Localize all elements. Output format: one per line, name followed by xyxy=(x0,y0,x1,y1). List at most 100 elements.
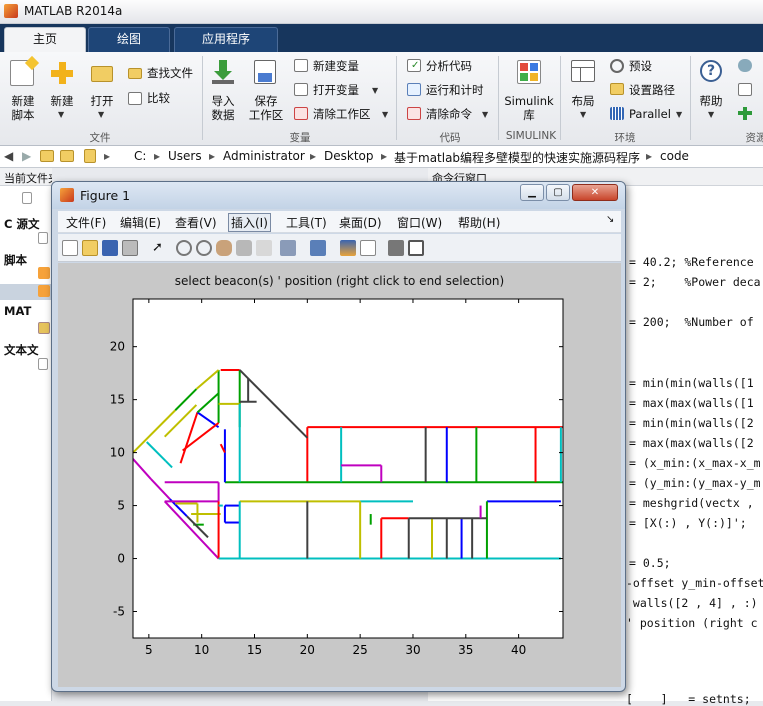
import-label-2: 数据 xyxy=(211,108,235,122)
help-dropdown-icon[interactable]: ▼ xyxy=(708,110,714,119)
crumb-drive[interactable]: C: xyxy=(134,149,146,163)
tab-apps[interactable]: 应用程序 xyxy=(174,27,278,52)
link-plot-icon[interactable] xyxy=(310,240,326,256)
new-variable-button[interactable]: 新建变量 xyxy=(313,59,359,73)
new-script-label-1: 新建 xyxy=(11,94,35,108)
figure-canvas[interactable]: select beacon(s) ' position (right click… xyxy=(58,263,621,687)
crumb-desktop[interactable]: Desktop xyxy=(324,149,374,163)
menu-window[interactable]: 窗口(W) xyxy=(397,214,442,231)
preferences-button[interactable]: 预设 xyxy=(629,59,652,73)
insert-legend-icon[interactable] xyxy=(360,240,376,256)
save-workspace-icon xyxy=(254,60,276,84)
folder-icon xyxy=(84,149,96,163)
menu-dock-arrow-icon[interactable]: ↘ xyxy=(606,214,614,225)
crumb-administrator[interactable]: Administrator xyxy=(223,149,305,163)
tab-plots[interactable]: 绘图 xyxy=(88,27,170,52)
community-icon[interactable] xyxy=(738,59,752,72)
figure-title-bar[interactable]: Figure 1 ▁ ▢ ✕ xyxy=(52,182,625,209)
folder-group-scripts[interactable]: 脚本 xyxy=(4,252,27,268)
figure-window[interactable]: Figure 1 ▁ ▢ ✕ 文件(F) 编辑(E) 查看(V) 插入(I) 工… xyxy=(51,181,626,692)
simulink-library-icon xyxy=(517,60,541,84)
folder-group-text[interactable]: 文本文 xyxy=(4,342,39,358)
pan-hand-icon[interactable] xyxy=(216,240,232,256)
clear-workspace-dropdown-icon[interactable]: ▼ xyxy=(382,110,388,119)
menu-view[interactable]: 查看(V) xyxy=(175,214,217,231)
crumb-users[interactable]: Users xyxy=(168,149,202,163)
open-variable-dropdown-icon[interactable]: ▼ xyxy=(372,86,378,95)
current-folder-panel: 当前文件夹 C 源文 脚本 MAT 文本文 xyxy=(0,168,52,701)
analyze-code-button[interactable]: 分析代码 xyxy=(426,59,472,73)
open-button[interactable]: 打开 xyxy=(86,94,118,108)
back-arrow-icon[interactable]: ◀ xyxy=(4,149,13,163)
maximize-button[interactable]: ▢ xyxy=(546,184,570,201)
script-file-icon[interactable] xyxy=(38,267,50,279)
figure-title: Figure 1 xyxy=(80,188,131,203)
tab-home[interactable]: 主页 xyxy=(4,27,86,52)
crumb-project-folder[interactable]: 基于matlab编程多壁模型的快速实施源码程序 xyxy=(394,149,640,166)
menu-tools[interactable]: 工具(T) xyxy=(286,214,327,231)
minimize-button[interactable]: ▁ xyxy=(520,184,544,201)
new-figure-icon[interactable] xyxy=(62,240,78,256)
save-workspace-button[interactable]: 保存 工作区 xyxy=(244,94,288,122)
help-button[interactable]: 帮助 xyxy=(694,94,728,108)
layout-dropdown-icon[interactable]: ▼ xyxy=(580,110,586,119)
open-variable-button[interactable]: 打开变量 xyxy=(313,83,359,97)
folder-group-mat[interactable]: MAT xyxy=(4,304,31,318)
ribbon-separator xyxy=(396,56,397,140)
run-and-time-button[interactable]: 运行和计时 xyxy=(426,83,484,97)
open-dropdown-icon[interactable]: ▼ xyxy=(98,110,104,119)
analyze-code-icon: ✓ xyxy=(407,59,421,72)
up-folder-icon[interactable] xyxy=(40,150,54,162)
browse-folder-icon[interactable] xyxy=(60,150,74,162)
add-ons-icon[interactable] xyxy=(738,107,752,120)
layout-button[interactable]: 布局 xyxy=(566,94,600,108)
print-icon[interactable] xyxy=(122,240,138,256)
code-line: = 0.5; xyxy=(629,556,671,570)
insert-colorbar-icon[interactable] xyxy=(340,240,356,256)
menu-insert[interactable]: 插入(I) xyxy=(228,213,271,232)
code-line: = max(max(walls([1 xyxy=(629,396,754,410)
show-plot-tools-icon[interactable] xyxy=(408,240,424,256)
y-tick-label: 10 xyxy=(110,446,125,460)
new-button[interactable]: 新建 xyxy=(46,94,78,108)
zoom-in-icon[interactable] xyxy=(176,240,192,256)
set-path-button[interactable]: 设置路径 xyxy=(629,83,675,97)
new-dropdown-icon[interactable]: ▼ xyxy=(58,110,64,119)
zoom-out-icon[interactable] xyxy=(196,240,212,256)
menu-help[interactable]: 帮助(H) xyxy=(458,214,500,231)
script-file-icon[interactable] xyxy=(38,285,50,297)
brush-icon[interactable] xyxy=(280,240,296,256)
parallel-dropdown-icon[interactable]: ▼ xyxy=(676,110,682,119)
folder-group-c-source[interactable]: C 源文 xyxy=(4,216,39,232)
data-cursor-icon[interactable] xyxy=(256,240,272,256)
rotate-3d-icon[interactable] xyxy=(236,240,252,256)
new-script-button[interactable]: 新建 脚本 xyxy=(4,94,42,122)
clear-workspace-button[interactable]: 清除工作区 xyxy=(313,107,371,121)
compare-button[interactable]: 比较 xyxy=(147,91,170,105)
edit-plot-arrow-icon[interactable]: ➚ xyxy=(152,240,168,256)
text-file-icon[interactable] xyxy=(38,358,48,370)
clear-commands-dropdown-icon[interactable]: ▼ xyxy=(482,110,488,119)
crumb-separator: ▸ xyxy=(310,149,317,163)
code-line: = min(min(walls([2 xyxy=(629,416,754,430)
crumb-code[interactable]: code xyxy=(660,149,689,163)
code-line: = (y_min:(y_max-y_m xyxy=(629,476,761,490)
clear-commands-button[interactable]: 清除命令 xyxy=(426,107,472,121)
import-data-button[interactable]: 导入 数据 xyxy=(206,94,240,122)
ribbon-separator xyxy=(202,56,203,140)
request-support-icon[interactable] xyxy=(738,83,752,96)
hide-plot-tools-icon[interactable] xyxy=(388,240,404,256)
menu-file[interactable]: 文件(F) xyxy=(66,214,106,231)
find-files-button[interactable]: 查找文件 xyxy=(147,66,193,80)
menu-edit[interactable]: 编辑(E) xyxy=(120,214,161,231)
open-file-icon[interactable] xyxy=(82,240,98,256)
save-figure-icon[interactable] xyxy=(102,240,118,256)
menu-desktop[interactable]: 桌面(D) xyxy=(339,214,382,231)
simulink-library-button[interactable]: Simulink 库 xyxy=(500,94,558,122)
parallel-button[interactable]: Parallel xyxy=(629,107,671,121)
mat-file-icon[interactable] xyxy=(38,322,50,334)
plot-svg[interactable]: 5 10 15 20 25 30 35 40 -5 0 5 10 15 20 xyxy=(58,263,621,687)
find-files-icon xyxy=(128,68,142,79)
close-button[interactable]: ✕ xyxy=(572,184,618,201)
forward-arrow-icon[interactable]: ▶ xyxy=(22,149,31,163)
